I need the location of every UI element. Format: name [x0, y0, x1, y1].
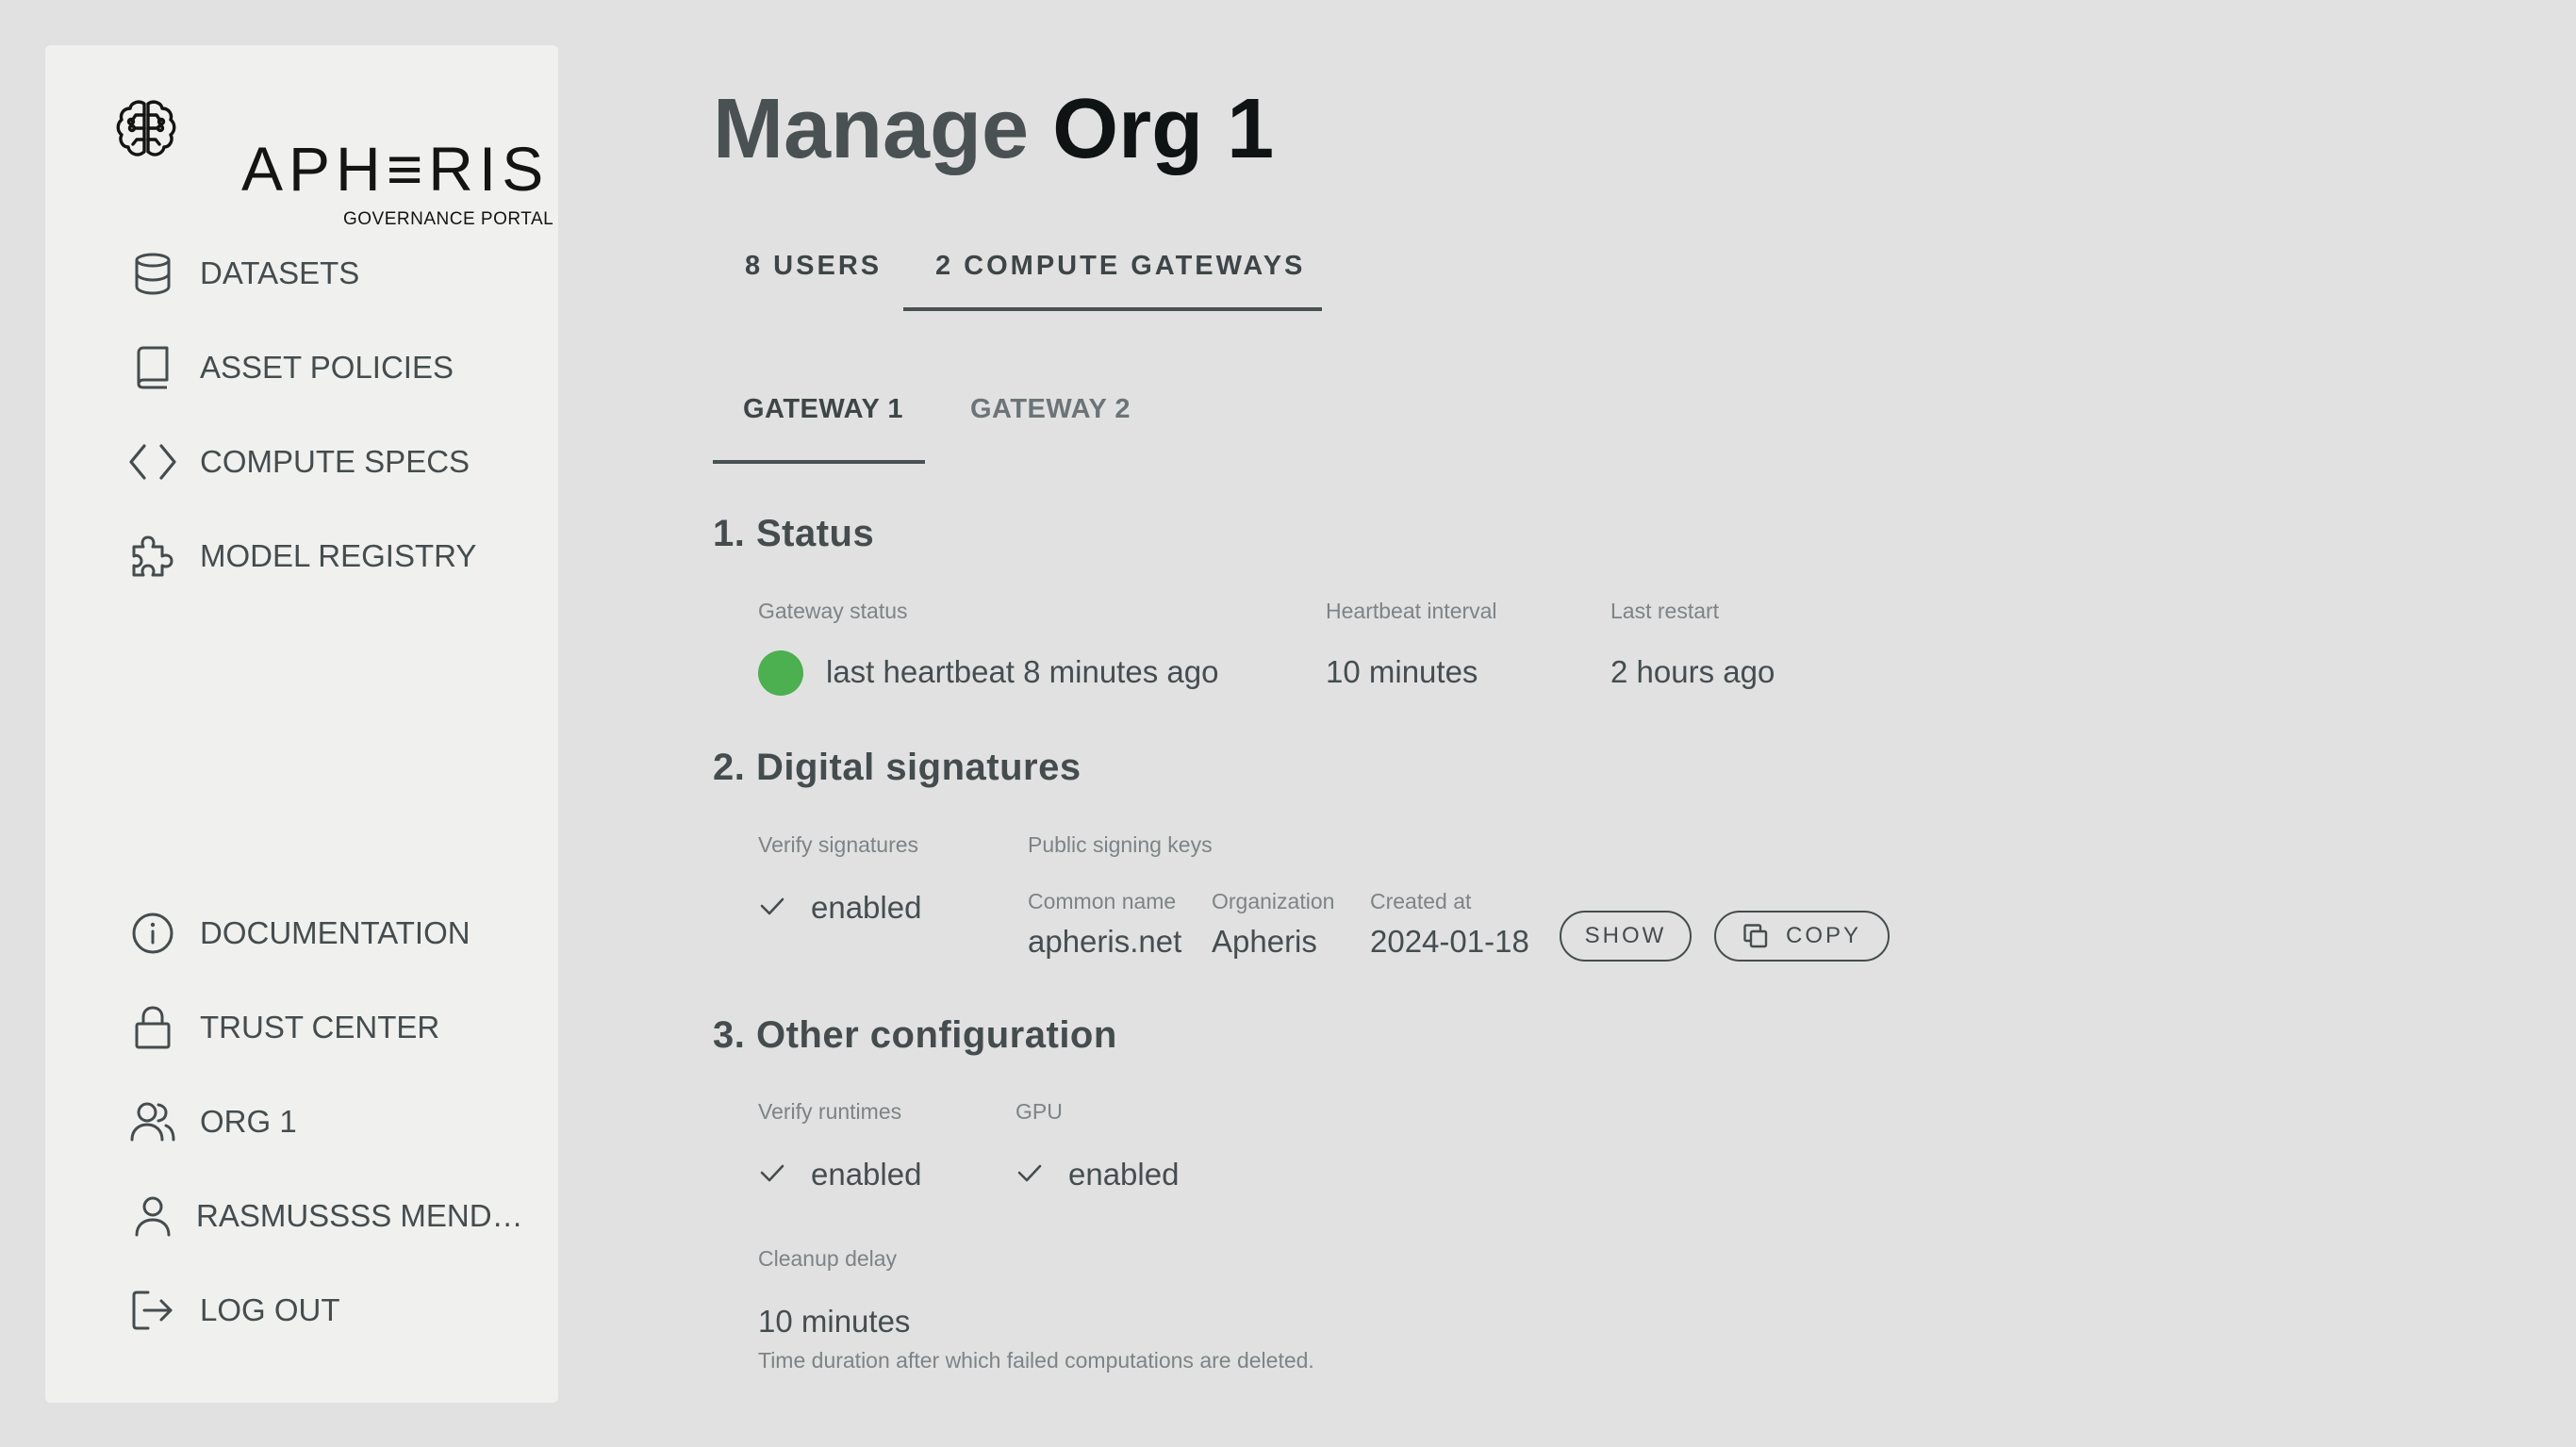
check-icon	[760, 1164, 784, 1182]
nav-item-trust-center[interactable]: TRUST CENTER	[126, 997, 541, 1058]
nav-label: RASMUSSSS MENDO...	[196, 1198, 528, 1233]
organization-header: Organization	[1212, 889, 1335, 913]
cleanup-delay-value: 10 minutes	[758, 1304, 911, 1339]
nav-label: COMPUTE SPECS	[200, 444, 471, 479]
nav-item-model-registry[interactable]: MODEL REGISTRY	[126, 526, 541, 586]
nav-item-asset-policies[interactable]: ASSET POLICIES	[126, 337, 541, 398]
show-key-button-label: SHOW	[1584, 923, 1667, 948]
nav-item-user-profile[interactable]: RASMUSSSS MENDO...	[126, 1186, 541, 1246]
gpu-value: enabled	[1068, 1157, 1180, 1192]
section-title-digital-signatures: 2. Digital signatures	[713, 747, 1082, 788]
nav-label: MODEL REGISTRY	[200, 538, 477, 573]
page-title-prefix: Manage	[713, 82, 1030, 176]
code-icon	[126, 436, 179, 488]
gpu-label: GPU	[1016, 1099, 1063, 1124]
copy-key-button-label: COPY	[1785, 923, 1861, 948]
tab-users[interactable]: 8 USERS	[745, 251, 882, 282]
apheris-logo[interactable]: APH≡RIS GOVERNANCE PORTAL	[116, 89, 556, 229]
copy-key-button[interactable]: COPY	[1714, 911, 1890, 962]
nav-item-datasets[interactable]: DATASETS	[126, 243, 541, 304]
tab-gateway-1[interactable]: GATEWAY 1	[743, 394, 903, 425]
tab-gateway-2[interactable]: GATEWAY 2	[970, 394, 1131, 425]
key-organization: Apheris	[1212, 924, 1317, 959]
key-created-at: 2024-01-18	[1370, 924, 1529, 959]
user-icon	[126, 1190, 179, 1242]
brand-subtitle: GOVERNANCE PORTAL	[343, 209, 554, 229]
verify-runtimes-label: Verify runtimes	[758, 1099, 902, 1124]
nav-label: DOCUMENTATION	[200, 915, 471, 950]
tab-compute-gateways[interactable]: 2 COMPUTE GATEWAYS	[935, 251, 1305, 282]
gateway-status-label: Gateway status	[758, 599, 908, 623]
nav-item-logout[interactable]: LOG OUT	[126, 1280, 541, 1340]
page-title: Manage Org 1	[713, 83, 1274, 176]
nav-item-documentation[interactable]: DOCUMENTATION	[126, 903, 541, 963]
nav-label: LOG OUT	[200, 1292, 340, 1327]
last-restart-value: 2 hours ago	[1610, 654, 1775, 689]
book-icon	[126, 341, 179, 394]
cleanup-delay-helper: Time duration after which failed computa…	[758, 1348, 1314, 1373]
nav-label: ASSET POLICIES	[200, 350, 454, 385]
cleanup-delay-label: Cleanup delay	[758, 1246, 898, 1271]
key-common-name: apheris.net	[1028, 924, 1182, 959]
nav-label: ORG 1	[200, 1104, 297, 1139]
copy-icon	[1743, 924, 1768, 948]
verify-signatures-label: Verify signatures	[758, 832, 919, 857]
database-icon	[126, 247, 179, 300]
active-gateway-tab-indicator	[713, 460, 925, 464]
brain-icon	[116, 100, 176, 156]
section-title-other-configuration: 3. Other configuration	[713, 1014, 1117, 1056]
status-indicator-dot	[758, 650, 803, 696]
nav-label: DATASETS	[200, 255, 360, 290]
show-key-button[interactable]: SHOW	[1560, 911, 1692, 962]
lock-icon	[126, 1001, 179, 1054]
logout-icon	[126, 1284, 179, 1337]
page-title-org: Org 1	[1052, 82, 1275, 176]
check-icon	[760, 897, 784, 915]
nav-item-org[interactable]: ORG 1	[126, 1092, 541, 1152]
last-restart-label: Last restart	[1610, 599, 1720, 623]
check-icon	[1017, 1164, 1042, 1182]
users-icon	[126, 1095, 179, 1148]
common-name-header: Common name	[1028, 889, 1177, 913]
section-title-status: 1. Status	[713, 513, 875, 554]
verify-signatures-value: enabled	[811, 890, 922, 925]
created-at-header: Created at	[1370, 889, 1472, 913]
heartbeat-interval-value: 10 minutes	[1326, 654, 1478, 689]
brand-name: APH≡RIS	[241, 134, 550, 204]
sidebar: APH≡RIS GOVERNANCE PORTAL DATASETS ASSET…	[45, 45, 558, 1403]
heartbeat-interval-label: Heartbeat interval	[1326, 599, 1497, 623]
verify-runtimes-value: enabled	[811, 1157, 922, 1192]
nav-label: TRUST CENTER	[200, 1010, 440, 1044]
nav-item-compute-specs[interactable]: COMPUTE SPECS	[126, 432, 541, 492]
puzzle-icon	[126, 530, 179, 583]
active-tab-indicator	[903, 307, 1322, 311]
public-signing-keys-label: Public signing keys	[1028, 832, 1213, 857]
gateway-status-value: last heartbeat 8 minutes ago	[826, 654, 1219, 689]
info-icon	[126, 907, 179, 960]
